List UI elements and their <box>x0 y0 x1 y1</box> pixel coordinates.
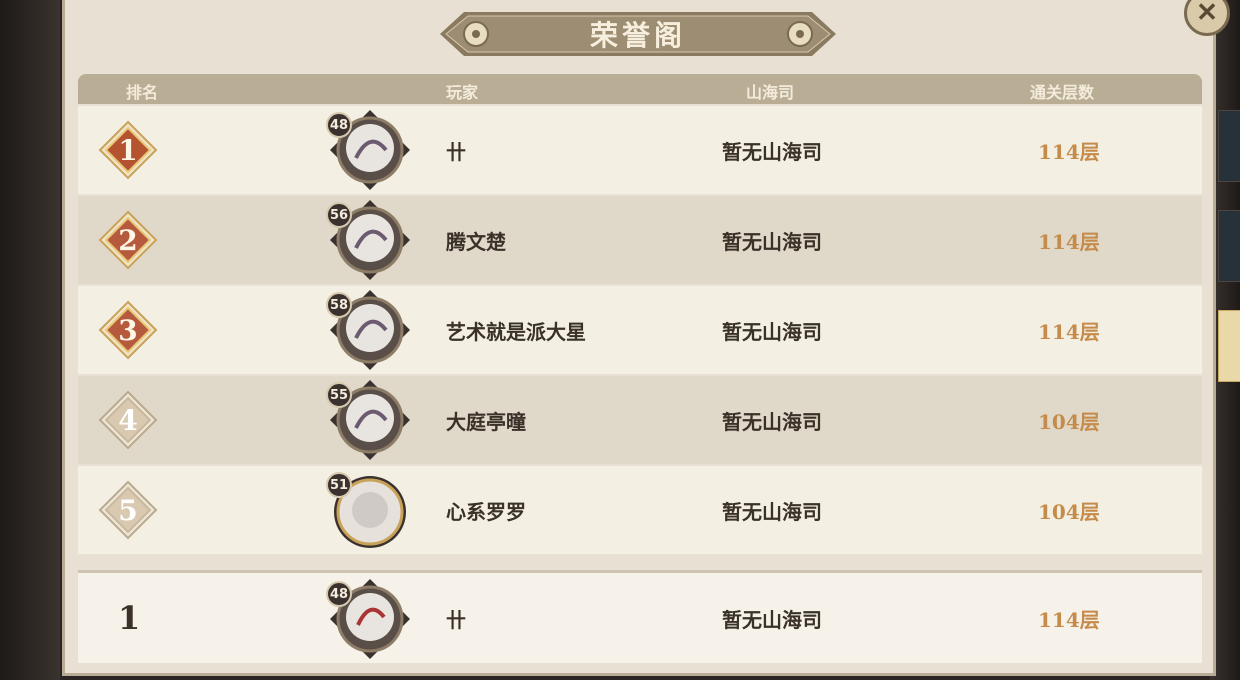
rank-badge: 3 <box>98 300 158 360</box>
avatar-cell: 56 <box>326 196 420 284</box>
avatar-cell: 51 <box>326 466 420 554</box>
close-icon: ✕ <box>1196 0 1218 28</box>
column-header-floors: 通关层数 <box>1030 83 1095 102</box>
table-row[interactable]: 1 48 卄 暂无山海司 114层 <box>78 106 1202 194</box>
player-name: 心系罗罗 <box>446 499 526 524</box>
guild-name: 暂无山海司 <box>722 409 822 434</box>
self-ranking-row: 1 48 卄 暂无山海司 114层 <box>78 570 1202 663</box>
table-row[interactable]: 4 55 大庭亭曈 暂无山海司 104层 <box>78 376 1202 464</box>
guild-name: 暂无山海司 <box>722 229 822 254</box>
rank-badge: 4 <box>98 390 158 450</box>
avatar[interactable]: 48 <box>326 577 412 661</box>
avatar-cell: 48 <box>326 106 420 194</box>
column-header-rank: 排名 <box>126 83 159 102</box>
window-title: 荣誉阁 <box>589 19 686 52</box>
level-badge: 58 <box>326 292 352 318</box>
avatar-cell: 58 <box>326 286 420 374</box>
level-badge: 51 <box>326 472 352 498</box>
floor-count: 114层 <box>1038 319 1100 344</box>
rank-number: 2 <box>118 223 138 257</box>
rank-badge: 2 <box>98 210 158 270</box>
rank-cell: 3 <box>96 286 160 374</box>
avatar[interactable]: 48 <box>326 108 412 192</box>
level-badge: 56 <box>326 202 352 228</box>
avatar[interactable]: 51 <box>326 468 412 552</box>
table-row[interactable]: 3 58 艺术就是派大星 暂无山海司 114层 <box>78 286 1202 374</box>
rank-cell: 5 <box>96 466 160 554</box>
column-header-player: 玩家 <box>446 83 479 102</box>
rank-number: 5 <box>118 493 138 527</box>
table-row[interactable]: 5 51 心系罗罗 暂无山海司 104层 <box>78 466 1202 554</box>
self-rank: 1 <box>118 599 141 637</box>
rank-number: 1 <box>118 133 138 167</box>
avatar[interactable]: 58 <box>326 288 412 372</box>
rank-badge: 5 <box>98 480 158 540</box>
table-row[interactable]: 2 56 腾文楚 暂无山海司 114层 <box>78 196 1202 284</box>
rank-cell: 4 <box>96 376 160 464</box>
floor-count: 104层 <box>1038 409 1100 434</box>
table-header: 排名 玩家 山海司 通关层数 <box>78 74 1202 104</box>
self-guild: 暂无山海司 <box>722 607 822 632</box>
rank-cell: 1 <box>96 106 160 194</box>
rank-number: 3 <box>118 313 138 347</box>
floor-count: 114层 <box>1038 229 1100 254</box>
self-avatar-cell: 48 <box>326 575 420 663</box>
side-tab[interactable] <box>1218 210 1240 282</box>
floor-count: 104层 <box>1038 499 1100 524</box>
rank-badge: 1 <box>98 120 158 180</box>
guild-name: 暂无山海司 <box>722 139 822 164</box>
player-name: 大庭亭曈 <box>446 409 526 434</box>
rank-number: 4 <box>118 403 138 437</box>
side-tab-active[interactable] <box>1218 310 1240 382</box>
rank-cell: 2 <box>96 196 160 284</box>
floor-count: 114层 <box>1038 139 1100 164</box>
player-name: 腾文楚 <box>446 229 506 254</box>
self-floor: 114层 <box>1038 607 1100 632</box>
side-tab[interactable] <box>1218 110 1240 182</box>
avatar-cell: 55 <box>326 376 420 464</box>
level-badge: 48 <box>326 581 352 607</box>
level-badge: 55 <box>326 382 352 408</box>
self-name: 卄 <box>446 607 466 632</box>
player-name: 艺术就是派大星 <box>446 319 586 344</box>
avatar[interactable]: 56 <box>326 198 412 282</box>
player-name: 卄 <box>446 139 466 164</box>
guild-name: 暂无山海司 <box>722 499 822 524</box>
background-left <box>0 0 60 680</box>
guild-name: 暂无山海司 <box>722 319 822 344</box>
avatar[interactable]: 55 <box>326 378 412 462</box>
column-header-guild: 山海司 <box>746 83 795 102</box>
title-banner: 荣誉阁 <box>440 8 836 60</box>
level-badge: 48 <box>326 112 352 138</box>
